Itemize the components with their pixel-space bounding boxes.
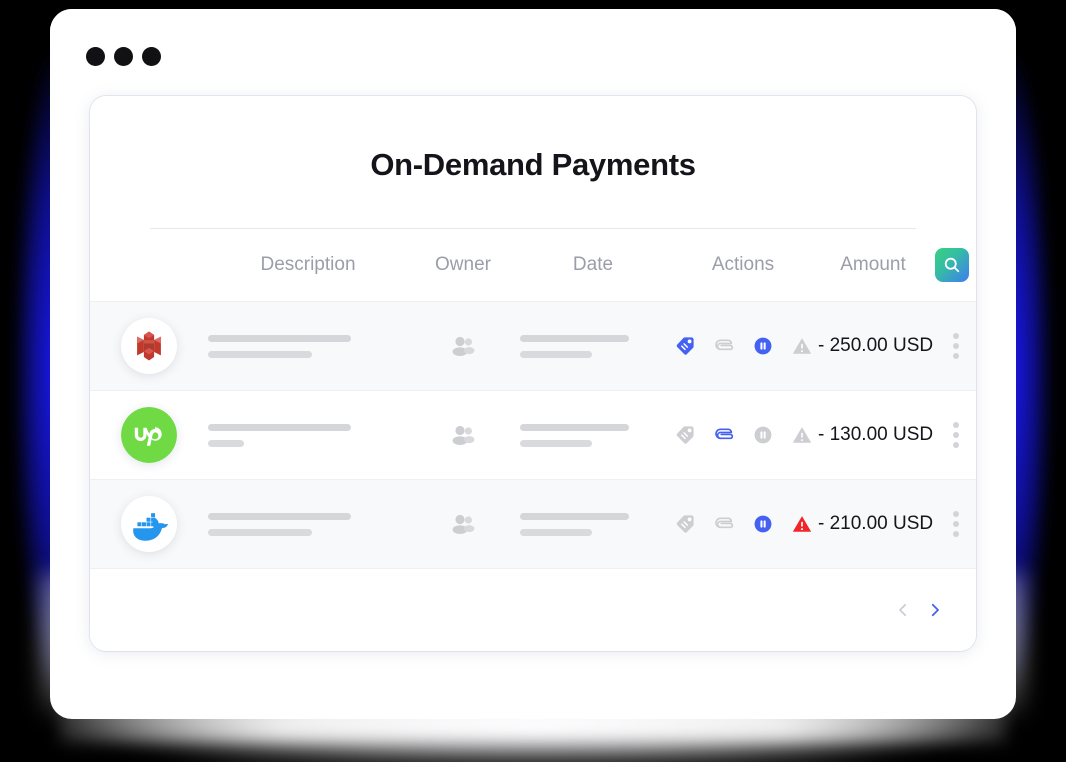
- people-group-icon: [449, 421, 477, 449]
- paperclip-icon[interactable]: [713, 424, 735, 446]
- row-description-cell: [208, 513, 408, 536]
- people-group-icon: [449, 332, 477, 360]
- row-owner-cell: [408, 510, 518, 538]
- browser-window: On-Demand Payments Description Owner Dat…: [50, 9, 1016, 719]
- table-footer: [90, 568, 976, 651]
- skeleton-bar: [208, 424, 351, 431]
- warning-icon[interactable]: [791, 335, 813, 357]
- table-header-row: Description Owner Date Actions Amount: [90, 229, 976, 301]
- payments-card: On-Demand Payments Description Owner Dat…: [90, 96, 976, 651]
- chevron-right-icon[interactable]: [926, 601, 944, 619]
- header-actions: Actions: [668, 254, 818, 276]
- row-description-cell: [208, 335, 408, 358]
- table-row[interactable]: - 210.00 USD: [90, 479, 976, 568]
- row-actions-cell: [668, 335, 818, 357]
- pause-icon[interactable]: [752, 513, 774, 535]
- kebab-menu-icon[interactable]: [953, 511, 959, 537]
- aws-simpledb-logo-icon: [132, 329, 166, 363]
- chevron-left-icon[interactable]: [894, 601, 912, 619]
- row-menu-cell: [932, 511, 976, 537]
- people-group-icon: [449, 510, 477, 538]
- tag-icon[interactable]: [674, 513, 696, 535]
- description-placeholder: [208, 335, 408, 358]
- paperclip-icon[interactable]: [713, 513, 735, 535]
- pause-icon[interactable]: [752, 335, 774, 357]
- row-actions-cell: [668, 513, 818, 535]
- description-placeholder: [208, 424, 408, 447]
- avatar: [121, 318, 177, 374]
- row-date-cell: [518, 335, 668, 358]
- table-row[interactable]: - 250.00 USD: [90, 301, 976, 390]
- search-icon: [943, 256, 961, 274]
- row-amount: - 210.00 USD: [818, 513, 932, 535]
- date-placeholder: [518, 335, 668, 358]
- skeleton-bar: [520, 424, 629, 431]
- description-placeholder: [208, 513, 408, 536]
- row-avatar-cell: [90, 496, 208, 552]
- paperclip-icon[interactable]: [713, 335, 735, 357]
- row-menu-cell: [932, 333, 976, 359]
- search-button[interactable]: [935, 248, 969, 282]
- window-controls: [86, 47, 161, 66]
- avatar: [121, 407, 177, 463]
- skeleton-bar: [520, 351, 592, 358]
- header-owner: Owner: [408, 254, 518, 276]
- row-description-cell: [208, 424, 408, 447]
- header-search-cell: [928, 248, 976, 282]
- skeleton-bar: [520, 335, 629, 342]
- date-placeholder: [518, 513, 668, 536]
- row-date-cell: [518, 513, 668, 536]
- header-description: Description: [208, 254, 408, 276]
- row-avatar-cell: [90, 318, 208, 374]
- window-titlebar: [50, 9, 1016, 87]
- row-avatar-cell: [90, 407, 208, 463]
- table-row[interactable]: - 130.00 USD: [90, 390, 976, 479]
- docker-logo-icon: [130, 505, 168, 543]
- row-amount: - 250.00 USD: [818, 335, 932, 357]
- avatar: [121, 496, 177, 552]
- skeleton-bar: [520, 529, 592, 536]
- row-date-cell: [518, 424, 668, 447]
- row-actions-cell: [668, 424, 818, 446]
- header-date: Date: [518, 254, 668, 276]
- skeleton-bar: [208, 440, 244, 447]
- kebab-menu-icon[interactable]: [953, 333, 959, 359]
- skeleton-bar: [520, 513, 629, 520]
- maximize-dot-icon[interactable]: [142, 47, 161, 66]
- table-body: - 250.00 USD: [90, 301, 976, 568]
- row-menu-cell: [932, 422, 976, 448]
- close-dot-icon[interactable]: [86, 47, 105, 66]
- tag-icon[interactable]: [674, 424, 696, 446]
- skeleton-bar: [208, 529, 312, 536]
- upwork-glyph-icon: [131, 417, 167, 453]
- minimize-dot-icon[interactable]: [114, 47, 133, 66]
- row-amount: - 130.00 USD: [818, 424, 932, 446]
- page-title: On-Demand Payments: [90, 147, 976, 183]
- header-amount: Amount: [818, 254, 928, 276]
- skeleton-bar: [208, 335, 351, 342]
- row-owner-cell: [408, 332, 518, 360]
- upwork-logo-icon: [121, 407, 177, 463]
- warning-icon[interactable]: [791, 513, 813, 535]
- skeleton-bar: [208, 351, 312, 358]
- date-placeholder: [518, 424, 668, 447]
- skeleton-bar: [208, 513, 351, 520]
- pause-icon[interactable]: [752, 424, 774, 446]
- kebab-menu-icon[interactable]: [953, 422, 959, 448]
- skeleton-bar: [520, 440, 592, 447]
- row-owner-cell: [408, 421, 518, 449]
- tag-icon[interactable]: [674, 335, 696, 357]
- warning-icon[interactable]: [791, 424, 813, 446]
